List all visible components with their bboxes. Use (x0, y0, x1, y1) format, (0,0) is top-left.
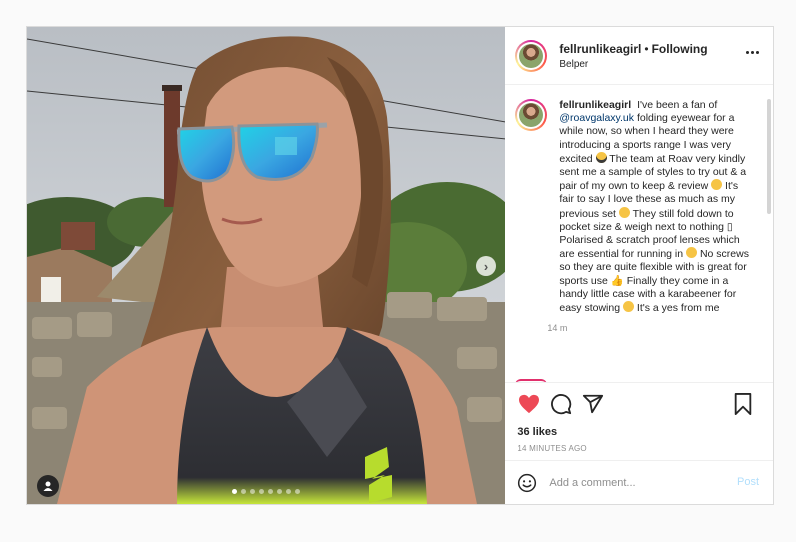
action-bar (505, 382, 773, 424)
comments-area[interactable]: fellrunlikeagirl I've been a fan of @roa… (505, 85, 773, 382)
carousel-dot (286, 489, 292, 494)
next-photo-button[interactable]: › (476, 256, 496, 276)
comment-input[interactable] (549, 476, 720, 489)
header-bullet: • (644, 41, 649, 56)
smile-emoji-icon (686, 247, 698, 259)
carousel-dot (241, 489, 247, 494)
comment-icon[interactable] (549, 392, 573, 416)
likes-count[interactable]: 36 likes (505, 424, 773, 440)
carousel-dot (295, 489, 301, 494)
carousel-dot (250, 489, 256, 494)
photo-scene (27, 27, 506, 504)
mention-link[interactable]: @roavgalaxy.uk (559, 112, 634, 124)
share-plane-icon[interactable] (581, 392, 605, 416)
post-comment-button[interactable]: Post (737, 476, 759, 488)
author-avatar[interactable] (515, 39, 548, 72)
grin-emoji-icon (622, 301, 634, 313)
post-side-panel: fellrunlikeagirl • Following Belper fellru… (505, 27, 773, 504)
caption-avatar[interactable] (515, 99, 548, 131)
add-comment-bar: Post (505, 460, 773, 504)
post-caption: fellrunlikeagirl I've been a fan of @roa… (515, 99, 763, 333)
author-username[interactable]: fellrunlikeagirl (559, 42, 641, 56)
caption-part: I've been a fan of (637, 99, 718, 111)
post-modal: › fellrunlikeagirl • Following Belper fe… (26, 26, 774, 505)
post-photo[interactable]: › (27, 27, 506, 504)
sunglasses-emoji-icon (595, 151, 607, 163)
post-timestamp: 14 MINUTES AGO (517, 444, 587, 453)
tagged-users-button[interactable] (37, 475, 59, 497)
more-options-icon[interactable] (746, 51, 759, 54)
smiley-icon[interactable] (517, 473, 537, 493)
bookmark-icon[interactable] (731, 392, 755, 416)
carousel-dots (27, 489, 505, 494)
smile-emoji-icon (711, 179, 723, 191)
thumbs-up-emoji-icon: 👍 (610, 274, 624, 287)
caption-time: 14 m (547, 323, 568, 334)
caption-text: fellrunlikeagirl I've been a fan of @roa… (559, 99, 755, 315)
caption-username[interactable]: fellrunlikeagirl (559, 99, 631, 111)
user-tag-icon (43, 481, 53, 491)
chevron-right-icon: › (483, 258, 489, 274)
heart-filled-icon[interactable] (517, 392, 541, 416)
carousel-dot (259, 489, 265, 494)
carousel-dot (268, 489, 274, 494)
missing-glyph: ▯ (726, 220, 733, 233)
following-button[interactable]: Following (652, 42, 708, 56)
post-location[interactable]: Belper (559, 59, 707, 70)
carousel-dot (232, 489, 238, 494)
comments-scrollbar[interactable] (767, 99, 771, 214)
post-header: fellrunlikeagirl • Following Belper (505, 27, 773, 85)
carousel-dot (277, 489, 283, 494)
caption-part: It's a yes from me (636, 302, 720, 315)
smile-emoji-icon (618, 206, 630, 218)
